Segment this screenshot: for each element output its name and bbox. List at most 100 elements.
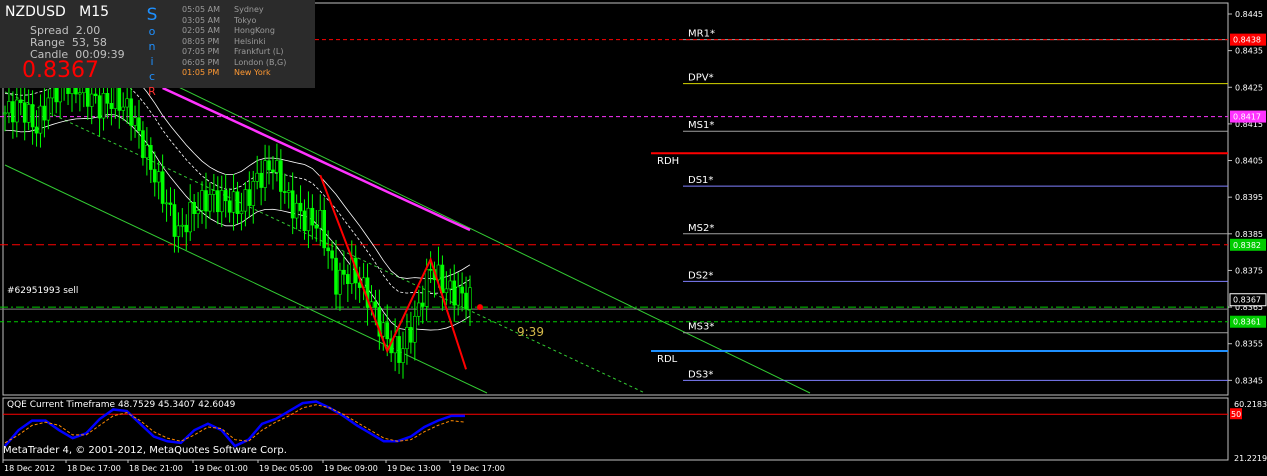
price-tag-label: 0.8438 bbox=[1233, 36, 1261, 45]
candle-body bbox=[428, 269, 433, 271]
candle-body bbox=[26, 104, 31, 123]
candle-body bbox=[231, 191, 236, 213]
candle-body bbox=[184, 224, 189, 233]
candle-body bbox=[141, 130, 145, 159]
candle-body bbox=[46, 97, 51, 121]
x-tick-label: 18 Dec 17:00 bbox=[67, 464, 121, 473]
order-label[interactable]: #62951993 sell bbox=[7, 286, 78, 296]
candle-body bbox=[42, 105, 47, 121]
candle-body bbox=[330, 250, 334, 259]
candle-body bbox=[401, 348, 405, 363]
candle-body bbox=[346, 274, 350, 285]
candle-body bbox=[208, 194, 212, 212]
brand-vertical-text: S o n i c R bbox=[146, 6, 158, 99]
y-tick-label: 0.8405 bbox=[1235, 157, 1263, 166]
session-city: HongKong bbox=[234, 26, 275, 35]
candle-body bbox=[38, 105, 43, 134]
candle-body bbox=[156, 171, 161, 183]
candle-body bbox=[129, 98, 133, 126]
candle-body bbox=[239, 210, 244, 214]
candle-body bbox=[105, 93, 110, 104]
y-tick-label: 0.8395 bbox=[1235, 193, 1263, 202]
pivot-level-label: DPV* bbox=[688, 73, 714, 84]
order-marker bbox=[477, 304, 483, 311]
x-tick-label: 18 Dec 2012 bbox=[4, 464, 55, 473]
candle-body bbox=[251, 181, 256, 206]
info-panel: NZDUSD M15 Spread 2.00 Range 53, 58 Cand… bbox=[0, 0, 315, 98]
brand-letter: c bbox=[148, 70, 156, 83]
candle-body bbox=[456, 286, 460, 306]
candle-body bbox=[22, 102, 27, 123]
candle-body bbox=[290, 190, 295, 219]
session-row: 08:05 PM Helsinki bbox=[182, 37, 286, 48]
candle-body bbox=[200, 190, 204, 211]
candle-body bbox=[310, 207, 315, 226]
candle-body bbox=[275, 160, 279, 173]
y-tick-label: 0.8435 bbox=[1235, 47, 1263, 56]
candle-body bbox=[11, 101, 15, 123]
y-tick-label: 0.8425 bbox=[1235, 83, 1263, 92]
candle-body bbox=[338, 269, 342, 295]
x-tick-label: 19 Dec 05:00 bbox=[259, 464, 313, 473]
candle-body bbox=[3, 112, 7, 115]
pivot-level-label: RDH bbox=[657, 156, 679, 167]
candle-body bbox=[302, 210, 307, 232]
session-city: Frankfurt (L) bbox=[234, 47, 284, 56]
candle-body bbox=[306, 207, 311, 232]
qqe-tick-label: 21.2219 bbox=[1234, 454, 1267, 463]
price-tag-label: 0.8361 bbox=[1233, 318, 1261, 327]
x-tick-label: 19 Dec 01:00 bbox=[194, 464, 248, 473]
y-tick-label: 0.8345 bbox=[1235, 376, 1263, 385]
candle-body bbox=[89, 93, 94, 107]
brand-letter: R bbox=[148, 85, 156, 98]
candle-body bbox=[247, 189, 252, 206]
candle-body bbox=[397, 336, 401, 363]
candle-body bbox=[243, 189, 248, 212]
pivot-level-label: DS2* bbox=[688, 270, 713, 281]
candle-body bbox=[420, 302, 425, 307]
pivot-level-label: MS2* bbox=[688, 223, 714, 234]
session-row: 05:05 AM Sydney bbox=[182, 5, 286, 16]
candle-body bbox=[7, 101, 11, 114]
y-tick-label: 0.8385 bbox=[1235, 230, 1263, 239]
candle-body bbox=[279, 160, 283, 192]
session-time: 08:05 PM bbox=[182, 36, 220, 46]
candle-body bbox=[413, 315, 417, 343]
candle-body bbox=[322, 209, 326, 249]
candle-body bbox=[294, 202, 299, 219]
y-tick-label: 0.8375 bbox=[1235, 266, 1263, 275]
candle-body bbox=[259, 172, 263, 188]
candle-body bbox=[381, 322, 386, 337]
candle-body bbox=[255, 172, 260, 182]
candle-body bbox=[117, 85, 122, 111]
y-tick-label: 0.8445 bbox=[1235, 10, 1263, 19]
current-price: 0.8367 bbox=[22, 58, 99, 83]
candle-body bbox=[196, 210, 200, 214]
candle-body bbox=[149, 145, 153, 170]
candle-body bbox=[271, 169, 275, 173]
session-row: 07:05 PM Frankfurt (L) bbox=[182, 47, 286, 58]
candle-body bbox=[113, 85, 118, 109]
pivot-level-label: DS1* bbox=[688, 175, 713, 186]
brand-letter: i bbox=[150, 55, 154, 68]
candle-body bbox=[180, 224, 185, 227]
candle-body bbox=[468, 287, 472, 310]
candle-body bbox=[385, 322, 390, 340]
candle-body bbox=[34, 126, 39, 134]
candle-body bbox=[145, 145, 149, 159]
candle-body bbox=[101, 93, 106, 119]
candle-body bbox=[164, 202, 169, 205]
candle-body bbox=[334, 257, 338, 295]
price-tag-label: 0.8382 bbox=[1233, 241, 1261, 250]
candle-body bbox=[373, 301, 378, 308]
candle-body bbox=[452, 280, 457, 306]
session-row: 02:05 AM HongKong bbox=[182, 26, 286, 37]
candle-body bbox=[168, 202, 173, 205]
candle-body bbox=[78, 92, 82, 95]
candle-body bbox=[121, 106, 126, 111]
price-tag-label: 0.8417 bbox=[1233, 113, 1261, 122]
candle-body bbox=[93, 93, 98, 96]
pivot-level-label: MS3* bbox=[688, 322, 714, 333]
x-tick-label: 19 Dec 09:00 bbox=[324, 464, 378, 473]
candle-body bbox=[409, 326, 413, 343]
